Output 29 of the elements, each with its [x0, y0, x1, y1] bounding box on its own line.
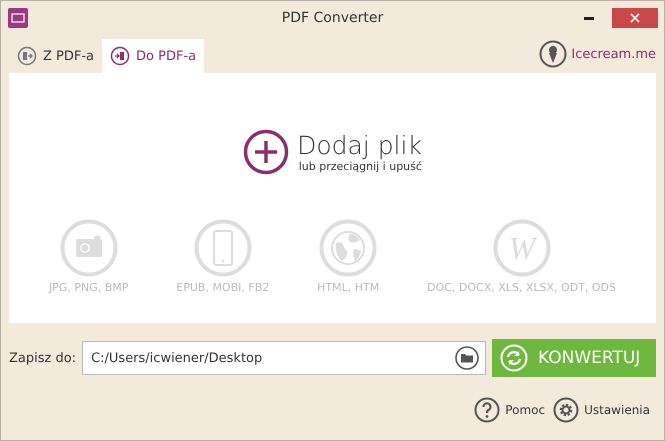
add-file-button[interactable]: Dodaj plik lub przeciągnij i upuść [243, 129, 422, 175]
tab[interactable]: Z PDF-a [9, 39, 102, 73]
app-icon [8, 8, 28, 28]
folder-icon [455, 346, 479, 370]
refresh-icon [500, 344, 528, 372]
help-icon [474, 397, 500, 423]
window-title: PDF Converter [282, 10, 384, 26]
plus-icon [243, 129, 290, 175]
settings-icon [553, 397, 580, 423]
format-label: EPUB, MOBI, FB2 [176, 281, 270, 294]
import-icon [110, 46, 130, 66]
format-label: DOC, DOCX, XLS, XLSX, ODT, ODS [427, 281, 616, 294]
tab[interactable]: Do PDF-a [102, 39, 204, 73]
close-button[interactable] [612, 8, 658, 28]
path-field[interactable]: C:/Users/icwiener/Desktop [82, 341, 486, 375]
minimize-icon [584, 16, 594, 20]
save-to-label: Zapisz do: [9, 350, 76, 366]
help-button[interactable]: Pomoc [474, 397, 546, 423]
phone-icon [194, 219, 252, 277]
brand-link[interactable]: Icecream.me [539, 40, 656, 68]
format-label: HTML, HTM [317, 281, 380, 294]
browse-button[interactable] [455, 346, 479, 370]
globe-icon [319, 219, 378, 277]
ice-cream-icon [539, 40, 568, 68]
format-label: JPG, PNG, BMP [48, 281, 128, 294]
export-icon [17, 46, 37, 66]
close-icon [630, 13, 640, 23]
camera-icon [60, 219, 118, 277]
settings-button[interactable]: Ustawienia [553, 397, 650, 423]
